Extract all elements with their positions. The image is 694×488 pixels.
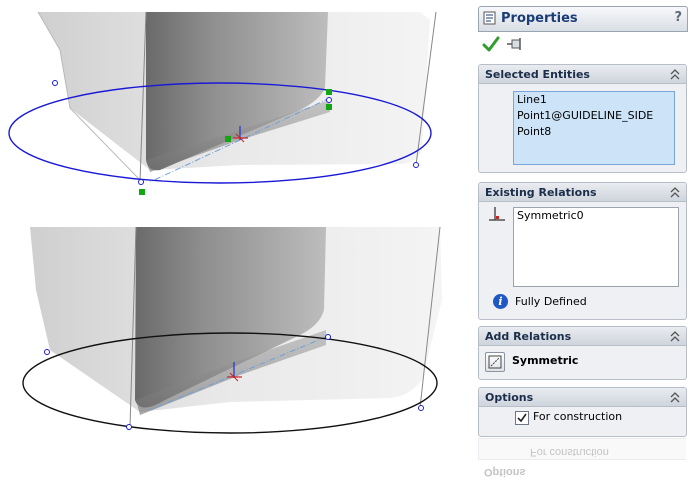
relation-marker-icon — [139, 189, 145, 195]
selected-entities-list[interactable]: Line1 Point1@GUIDELINE_SIDE Point8 — [513, 91, 675, 165]
existing-relations-header[interactable]: Existing Relations — [479, 183, 686, 202]
options-header[interactable]: Options — [479, 388, 686, 407]
status-text: Fully Defined — [515, 295, 587, 308]
relation-marker-icon — [225, 136, 231, 142]
action-row — [478, 32, 688, 56]
ellipse-point[interactable] — [326, 97, 332, 103]
relations-icon — [489, 207, 505, 221]
selected-entities-header[interactable]: Selected Entities — [479, 65, 686, 84]
ellipse-point[interactable] — [52, 80, 58, 86]
upper-model — [8, 11, 437, 195]
help-button[interactable]: ? — [674, 10, 682, 25]
property-manager: Properties ? Selected Entities Line1 Poi… — [478, 6, 688, 437]
relation-marker-icon — [326, 104, 332, 110]
ellipse-point[interactable] — [44, 349, 50, 355]
ellipse-point[interactable] — [418, 405, 424, 411]
relation-marker-icon — [326, 89, 332, 95]
add-relations-section: Add Relations Symmetric — [478, 326, 687, 380]
ellipse-point[interactable] — [413, 162, 419, 168]
definition-status: i Fully Defined — [493, 294, 693, 310]
reflection-text: For construction — [530, 446, 609, 458]
panel-title: Properties — [501, 11, 578, 26]
panel-titlebar: Properties ? — [478, 6, 688, 32]
ok-checkmark-button[interactable] — [482, 35, 500, 53]
model-view[interactable] — [0, 0, 470, 483]
add-relations-header[interactable]: Add Relations — [479, 327, 686, 346]
list-item[interactable]: Symmetric0 — [514, 208, 678, 224]
info-icon: i — [493, 294, 508, 309]
graphics-viewport[interactable] — [0, 0, 470, 483]
symmetric-icon — [488, 355, 502, 369]
symmetric-relation-button[interactable] — [485, 352, 505, 372]
section-title: Selected Entities — [485, 68, 590, 81]
reflection-text: Options — [484, 466, 526, 478]
ellipse-point[interactable] — [138, 179, 144, 185]
collapse-chevron-icon[interactable] — [670, 391, 680, 403]
section-title: Options — [485, 391, 534, 404]
ellipse-point[interactable] — [325, 334, 331, 340]
lower-model — [22, 226, 442, 434]
existing-relations-list[interactable]: Symmetric0 — [513, 207, 679, 287]
checkmark-icon — [517, 413, 527, 423]
properties-icon — [483, 11, 496, 25]
collapse-chevron-icon[interactable] — [670, 68, 680, 80]
section-title: Add Relations — [485, 330, 572, 343]
options-section: Options For construction — [478, 387, 687, 437]
pushpin-button[interactable] — [506, 36, 524, 52]
for-construction-label[interactable]: For construction — [533, 410, 622, 423]
collapse-chevron-icon[interactable] — [670, 186, 680, 198]
selected-entities-section: Selected Entities Line1 Point1@GUIDELINE… — [478, 64, 687, 173]
section-title: Existing Relations — [485, 186, 597, 199]
list-item[interactable]: Line1 — [514, 92, 674, 108]
list-item[interactable]: Point1@GUIDELINE_SIDE — [514, 108, 674, 124]
panel-reflection: For construction Options — [478, 438, 686, 483]
ellipse-point[interactable] — [126, 424, 132, 430]
list-item[interactable]: Point8 — [514, 124, 674, 140]
collapse-chevron-icon[interactable] — [670, 330, 680, 342]
for-construction-checkbox[interactable] — [515, 411, 529, 425]
symmetric-label[interactable]: Symmetric — [512, 354, 578, 367]
existing-relations-section: Existing Relations Symmetric0 i Fully De… — [478, 182, 687, 320]
